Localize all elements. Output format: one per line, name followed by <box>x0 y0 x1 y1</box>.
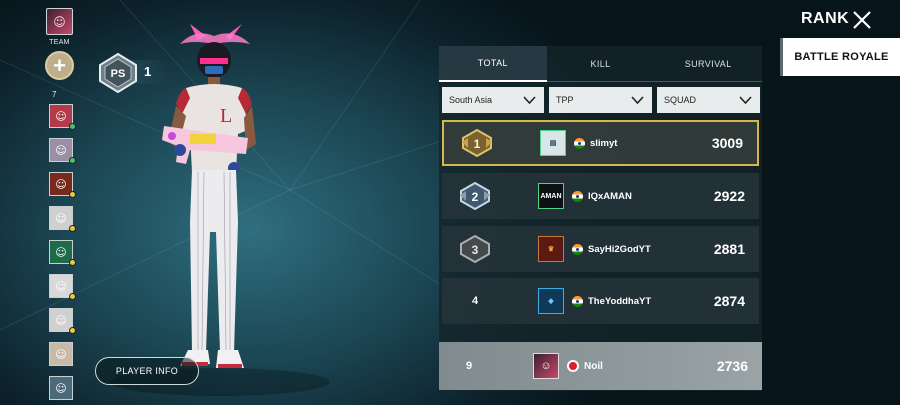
rank-cell: 1 <box>444 128 510 158</box>
friend-list: ☺ ☺ ☺ ☺ ☺ ☺ ☺ ☺ ☺ <box>46 104 78 400</box>
player-avatar-icon: ▤ <box>549 140 557 147</box>
player-score: 2874 <box>713 293 745 309</box>
rank-title: RANK <box>801 10 850 27</box>
player-score: 3009 <box>711 135 743 151</box>
tab-kill[interactable]: KILL <box>546 46 655 82</box>
player-avatar-text: AMAN <box>540 192 562 200</box>
player-avatar-icon: ☺ <box>540 360 552 372</box>
leaderboard-panel: TOTAL KILL SURVIVAL South Asia TPP SQUAD <box>439 46 763 391</box>
my-avatar[interactable]: ☺ <box>46 8 73 35</box>
player-avatar-icon: ♛ <box>547 246 555 253</box>
chevron-down-icon <box>631 96 644 104</box>
rank-cell: 2 <box>442 181 508 211</box>
status-dot <box>69 259 76 266</box>
friend-avatar[interactable]: ☺ <box>49 206 76 232</box>
tab-total[interactable]: TOTAL <box>439 46 547 82</box>
friend-avatar[interactable]: ☺ <box>49 104 76 130</box>
player-name: SayHi2GodYT <box>588 243 651 255</box>
leaderboard-row-3[interactable]: 3 ♛ SayHi2GodYT 2881 <box>442 226 759 272</box>
player-avatar: ▤ <box>540 130 566 156</box>
team-sidebar: ☺ TEAM + 7 ☺ ☺ ☺ ☺ ☺ ☺ ☺ ☺ ☺ <box>45 8 78 405</box>
india-flag-icon <box>572 190 583 202</box>
perspective-value: TPP <box>556 95 574 105</box>
leaderboard-tabs: TOTAL KILL SURVIVAL <box>439 46 763 82</box>
tab-survival[interactable]: SURVIVAL <box>654 46 763 82</box>
bronze-medal-icon: 3 <box>460 234 490 264</box>
region-value: South Asia <box>449 95 493 105</box>
friend-avatar[interactable]: ☺ <box>49 342 73 366</box>
silver-medal-icon: 2 <box>460 181 490 211</box>
rank-cell: 4 <box>471 295 479 307</box>
my-rank-avatar: ☺ <box>533 353 559 379</box>
team-label: TEAM <box>49 39 70 46</box>
rank-number: 2 <box>472 190 479 204</box>
gold-medal-icon: 1 <box>462 128 492 158</box>
friend-avatar[interactable]: ☺ <box>49 138 76 164</box>
friend-avatar[interactable]: ☺ <box>49 172 76 198</box>
team-mode-dropdown[interactable]: SQUAD <box>657 87 760 113</box>
perspective-dropdown[interactable]: TPP <box>549 87 652 113</box>
friend-avatar-icon: ☺ <box>55 347 67 361</box>
chevron-down-icon <box>739 96 752 104</box>
player-avatar: ♛ <box>538 236 564 262</box>
friend-avatar-icon: ☺ <box>55 381 67 395</box>
plus-icon: + <box>53 52 66 78</box>
svg-text:L: L <box>220 105 232 127</box>
my-rank-number: 9 <box>465 360 473 372</box>
friend-avatar[interactable]: ☺ <box>49 308 76 334</box>
friend-avatar[interactable]: ☺ <box>49 376 73 400</box>
player-score: 2922 <box>713 188 745 204</box>
player-info-button[interactable]: PLAYER INFO <box>95 357 199 385</box>
player-avatar: ◈ <box>538 288 564 314</box>
player-name: slimyt <box>590 137 618 149</box>
leaderboard-row-1[interactable]: 1 ▤ slimyt 3009 <box>442 120 759 166</box>
india-flag-icon <box>572 295 583 307</box>
close-icon[interactable] <box>851 9 873 31</box>
rank-number: 1 <box>474 137 481 151</box>
my-player-score: 2736 <box>716 358 748 374</box>
friend-avatar[interactable]: ☺ <box>49 240 76 266</box>
leaderboard-row-4[interactable]: 4 ◈ TheYoddhaYT 2874 <box>442 278 759 324</box>
add-teammate-button[interactable]: + <box>45 51 74 80</box>
rank-cell: 3 <box>442 234 508 264</box>
player-avatar-icon: ◈ <box>548 298 554 305</box>
player-name: IQxAMAN <box>588 190 632 202</box>
player-score: 2881 <box>713 241 745 257</box>
region-flag-icon <box>567 360 579 372</box>
character-model[interactable]: L <box>150 22 280 382</box>
status-dot <box>69 225 76 232</box>
filter-bar: South Asia TPP SQUAD <box>442 87 760 113</box>
friend-avatar[interactable]: ☺ <box>49 274 76 300</box>
friend-count: 7 <box>52 90 57 99</box>
my-player-name: Noil <box>584 360 603 372</box>
rank-badge-text: PS <box>111 68 126 80</box>
my-rank-row[interactable]: 9 ☺ Noil 2736 <box>439 342 762 390</box>
leaderboard-row-2[interactable]: 2 AMAN IQxAMAN 2922 <box>442 173 759 219</box>
status-dot <box>69 293 76 300</box>
player-avatar: AMAN <box>538 183 564 209</box>
chevron-down-icon <box>523 96 536 104</box>
player-name: TheYoddhaYT <box>588 295 652 307</box>
rank-badge-icon[interactable]: PS <box>98 53 138 93</box>
status-dot <box>69 157 76 164</box>
status-dot <box>69 191 76 198</box>
india-flag-icon <box>572 243 583 255</box>
status-dot <box>69 327 76 334</box>
tab-battle-royale[interactable]: BATTLE ROYALE <box>780 38 900 76</box>
team-mode-value: SQUAD <box>664 95 697 105</box>
region-dropdown[interactable]: South Asia <box>442 87 544 113</box>
india-flag-icon <box>574 137 585 149</box>
player-avatar-icon: ☺ <box>53 14 66 29</box>
status-dot <box>69 123 76 130</box>
rank-number: 3 <box>472 243 479 257</box>
